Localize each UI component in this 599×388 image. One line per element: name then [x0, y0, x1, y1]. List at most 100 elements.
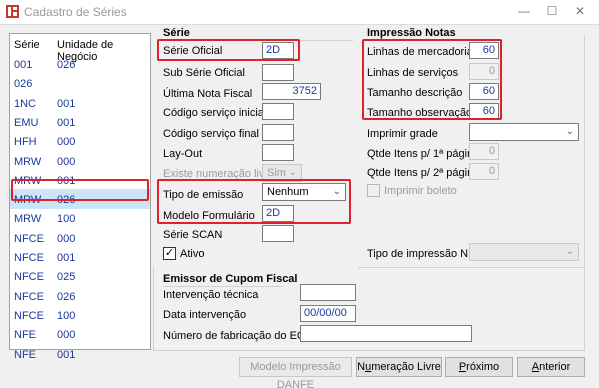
- tamanho-observacao-input[interactable]: 60: [469, 103, 499, 120]
- linhas-servicos-input: 0: [469, 63, 499, 80]
- list-item-unidade: 000: [57, 329, 76, 342]
- list-item-serie: 001: [14, 59, 33, 71]
- tipo-emissao-label: Tipo de emissão: [163, 189, 244, 201]
- numero-fabricacao-input[interactable]: [300, 325, 472, 342]
- list-item-serie: NFCE: [14, 232, 44, 245]
- list-item-serie: NFE: [14, 348, 36, 361]
- proximo-text-b: róximo: [466, 361, 500, 373]
- data-intervencao-label: Data intervenção: [163, 309, 247, 321]
- list-item[interactable]: NFCE 000: [10, 228, 150, 248]
- column-header-serie[interactable]: Série: [14, 39, 40, 51]
- list-item[interactable]: MRW 100: [10, 208, 150, 228]
- intervencao-tecnica-label: Intervenção técnica: [163, 289, 259, 301]
- list-item-serie: NFE: [14, 329, 36, 342]
- modelo-formulario-input[interactable]: 2D: [262, 205, 294, 222]
- numeracao-livre-text-b: meração Livre: [371, 361, 441, 373]
- list-item-serie: 026: [14, 78, 33, 91]
- codigo-final-input[interactable]: [262, 124, 294, 141]
- codigo-inicial-input[interactable]: [262, 103, 294, 120]
- tipo-impressao-label: Tipo de impressão NFe: [367, 248, 481, 260]
- anterior-button[interactable]: Anterior: [517, 357, 585, 377]
- list-item[interactable]: EMU 001: [10, 112, 150, 132]
- list-item-serie: 1NC: [14, 97, 37, 110]
- serie-scan-input[interactable]: [262, 225, 294, 242]
- list-item[interactable]: NFE 001: [10, 344, 150, 364]
- ativo-checkbox[interactable]: ✓: [163, 247, 176, 260]
- tamanho-descricao-input[interactable]: 60: [469, 83, 499, 100]
- serie-oficial-label: Série Oficial: [163, 45, 223, 57]
- list-item[interactable]: HFH 000: [10, 131, 150, 151]
- list-item[interactable]: 026: [10, 73, 150, 93]
- layout-input[interactable]: [262, 144, 294, 161]
- numeracao-livre-select: Sim ⌄: [262, 164, 302, 182]
- chevron-down-icon: ⌄: [288, 167, 297, 178]
- sub-serie-input[interactable]: [262, 64, 294, 81]
- close-button[interactable]: ✕: [567, 2, 593, 20]
- list-item[interactable]: NFCE 001: [10, 247, 150, 267]
- list-item[interactable]: NFE 000: [10, 324, 150, 344]
- ativo-label: Ativo: [180, 248, 205, 260]
- list-item-unidade: 001: [57, 97, 76, 110]
- data-intervencao-input[interactable]: 00/00/00: [300, 305, 356, 322]
- intervencao-tecnica-input[interactable]: [300, 284, 356, 301]
- qtde-itens-2-input: 0: [469, 163, 499, 180]
- layout-label: Lay-Out: [163, 148, 203, 160]
- tamanho-descricao-label: Tamanho descrição: [367, 87, 463, 99]
- list-item-serie: NFCE: [14, 290, 44, 303]
- linhas-mercadorias-input[interactable]: 60: [469, 42, 499, 59]
- ultima-nota-input[interactable]: 3752: [262, 83, 321, 100]
- codigo-final-label: Código serviço final: [163, 128, 259, 140]
- emissor-group-bottom: [153, 350, 585, 351]
- list-item[interactable]: MRW 000: [10, 151, 150, 171]
- tipo-emissao-value: Nenhum: [267, 186, 309, 198]
- numeracao-livre-text-a: N: [357, 361, 366, 373]
- imprimir-boleto-label: Imprimir boleto: [384, 185, 457, 197]
- list-item-unidade: 026: [57, 194, 76, 207]
- tipo-impressao-select: ⌄: [469, 243, 579, 261]
- series-list[interactable]: Série Unidade de Negócio 001 026 026 1NC 001…: [9, 33, 151, 361]
- list-item-serie: NFCE: [14, 271, 44, 284]
- list-item[interactable]: NFCE 100: [10, 305, 150, 325]
- minimize-button[interactable]: —: [511, 2, 537, 20]
- ultima-nota-label: Última Nota Fiscal: [163, 88, 253, 100]
- list-item-unidade: 001: [57, 116, 76, 129]
- list-item-serie: NFCE: [14, 252, 44, 264]
- emissor-group-title: Emissor de Cupom Fiscal: [163, 273, 298, 285]
- chevron-down-icon: ⌄: [565, 126, 574, 137]
- list-item-unidade: 001: [57, 252, 76, 264]
- impressao-group-bottom: [358, 267, 585, 268]
- numeracao-livre-button[interactable]: Numeração Livre: [356, 357, 442, 377]
- chevron-down-icon: ⌄: [565, 246, 574, 257]
- list-item-unidade: 025: [57, 271, 76, 284]
- serie-scan-label: Série SCAN: [163, 229, 223, 241]
- anterior-accel: A: [531, 361, 540, 373]
- title-bar: Cadastro de Séries — ☐ ✕: [0, 0, 599, 24]
- numeracao-livre-label: Existe numeração livre: [163, 168, 275, 180]
- imprimir-grade-label: Imprimir grade: [367, 128, 438, 140]
- qtde-itens-1-label: Qtde Itens p/ 1ª página: [367, 148, 480, 160]
- list-item-serie: EMU: [14, 116, 39, 129]
- list-item[interactable]: 001 026: [10, 54, 150, 74]
- list-item-unidade: 026: [57, 290, 76, 303]
- list-item-unidade: 000: [57, 136, 76, 149]
- numeracao-livre-value: Sim: [267, 167, 286, 179]
- tipo-emissao-select[interactable]: Nenhum ⌄: [262, 183, 346, 201]
- maximize-button[interactable]: ☐: [539, 2, 565, 20]
- list-item[interactable]: MRW 001: [10, 170, 150, 190]
- list-item[interactable]: NFCE 025: [10, 266, 150, 286]
- linhas-mercadorias-label: Linhas de mercadorias: [367, 46, 479, 58]
- list-item-serie: MRW: [14, 174, 42, 187]
- list-item[interactable]: NFCE 026: [10, 286, 150, 306]
- proximo-button[interactable]: Próximo: [445, 357, 513, 377]
- serie-oficial-input[interactable]: 2D: [262, 42, 294, 59]
- list-item[interactable]: MRW 026: [10, 189, 150, 210]
- sub-serie-label: Sub Série Oficial: [163, 67, 245, 79]
- list-header: Série Unidade de Negócio: [10, 34, 150, 63]
- list-item-unidade: 000: [57, 155, 76, 168]
- modelo-impressao-danfe-button: Modelo Impressão DANFE: [239, 357, 352, 388]
- impressao-title-divider: [367, 40, 503, 41]
- emissor-title-divider: [163, 286, 283, 287]
- list-item[interactable]: 1NC 001: [10, 93, 150, 113]
- imprimir-grade-select[interactable]: ⌄: [469, 123, 579, 141]
- numero-fabricacao-label: Número de fabricação do ECF: [163, 330, 312, 342]
